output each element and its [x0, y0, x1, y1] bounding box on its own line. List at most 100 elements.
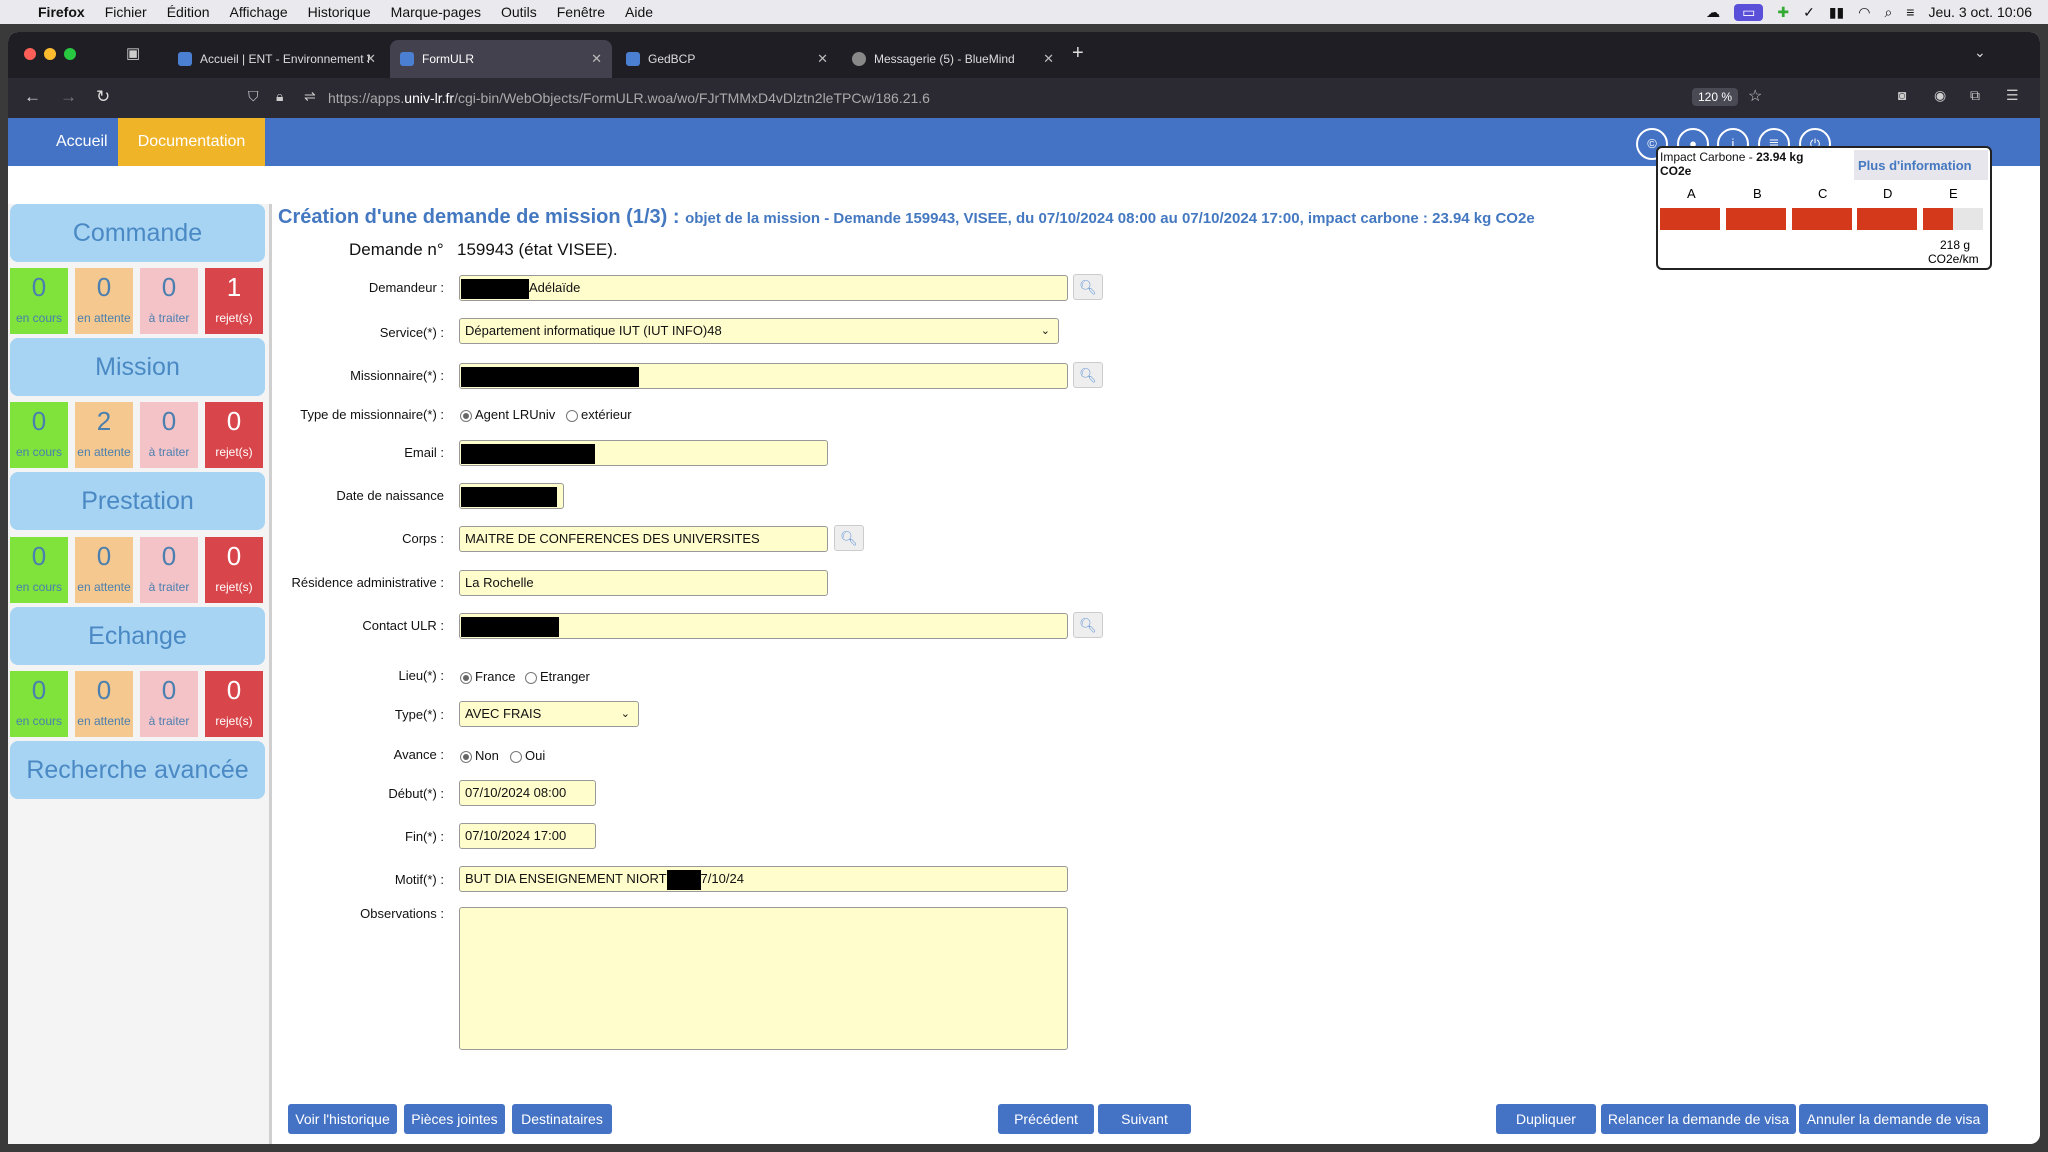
motif-field[interactable]: BUT DIA ENSEIGNEMENT NIORT 7/10/24 — [459, 866, 1068, 892]
sidebar-recherche-avancee[interactable]: Recherche avancée — [10, 741, 265, 799]
fin-field[interactable]: 07/10/2024 17:00 — [459, 823, 596, 849]
commande-a-traiter[interactable]: 0 à traiter — [140, 268, 198, 334]
tab-gedbcp[interactable]: GedBCP ✕ — [616, 40, 838, 78]
echange-en-attente[interactable]: 0 en attente — [75, 671, 133, 737]
sidebar-echange[interactable]: Echange — [10, 607, 265, 665]
radio-exterieur[interactable]: extérieur — [566, 407, 632, 422]
close-tab-icon[interactable]: ✕ — [817, 51, 828, 67]
missionnaire-field[interactable] — [459, 363, 1068, 389]
close-tab-icon[interactable]: ✕ — [365, 51, 376, 67]
app-menu-icon[interactable]: ☰ — [2006, 87, 2019, 104]
close-tab-icon[interactable]: ✕ — [1043, 51, 1054, 67]
bookmark-star-icon[interactable]: ☆ — [1748, 86, 1762, 106]
radio-etranger[interactable]: Etranger — [525, 669, 590, 684]
shield-icon[interactable]: ⛉ — [248, 88, 259, 105]
radio-france[interactable]: France — [460, 669, 515, 684]
grade-d: D — [1883, 186, 1893, 201]
menu-fenetre[interactable]: Fenêtre — [557, 4, 605, 20]
mission-en-cours[interactable]: 0 en cours — [10, 402, 68, 468]
contact-ulr-search-icon[interactable]: 🔍︎ — [1073, 612, 1103, 638]
demandeur-search-icon[interactable]: 🔍︎ — [1073, 274, 1103, 300]
account-icon[interactable]: ◉ — [1934, 87, 1946, 104]
residence-field[interactable]: La Rochelle — [459, 570, 828, 596]
lock-icon[interactable]: 🔒︎ — [276, 88, 283, 105]
chat-status-icon[interactable]: ☁ — [1706, 4, 1720, 21]
new-tab-icon[interactable]: + — [1072, 42, 1084, 65]
check-status-icon[interactable]: ✓ — [1803, 4, 1815, 21]
suivant-button[interactable]: Suivant — [1098, 1104, 1191, 1134]
menu-outils[interactable]: Outils — [501, 4, 537, 20]
type-select[interactable]: AVEC FRAIS ⌄ — [459, 701, 639, 727]
relancer-visa-button[interactable]: Relancer la demande de visa — [1601, 1104, 1796, 1134]
voir-historique-button[interactable]: Voir l'historique — [288, 1104, 397, 1134]
tab-ent[interactable]: Accueil | ENT - Environnement N ✕ — [168, 40, 386, 78]
plus-information-link[interactable]: Plus d'information — [1854, 150, 1988, 180]
nav-documentation[interactable]: Documentation — [118, 118, 265, 166]
reload-icon[interactable]: ↻ — [96, 87, 110, 107]
dupliquer-button[interactable]: Dupliquer — [1496, 1104, 1596, 1134]
corps-search-icon[interactable]: 🔍︎ — [834, 525, 864, 551]
battery-icon[interactable]: ▮▮ — [1829, 4, 1844, 21]
forward-icon[interactable]: → — [60, 87, 77, 107]
spotlight-search-icon[interactable]: ⌕ — [1884, 4, 1892, 21]
demandeur-field[interactable]: Adélaïde — [459, 275, 1068, 301]
service-select[interactable]: Département informatique IUT (IUT INFO)4… — [459, 318, 1059, 344]
sidebar-commande[interactable]: Commande — [10, 204, 265, 262]
menu-marque-pages[interactable]: Marque-pages — [391, 4, 481, 20]
close-tab-icon[interactable]: ✕ — [591, 51, 602, 67]
pocket-icon[interactable]: ◙ — [1898, 87, 1906, 103]
back-icon[interactable]: ← — [24, 87, 41, 107]
url-input[interactable]: https://apps.univ-lr.fr/cgi-bin/WebObjec… — [328, 90, 930, 106]
sidebar-prestation[interactable]: Prestation — [10, 472, 265, 530]
tab-overview-icon[interactable]: ▣ — [126, 44, 140, 62]
menu-app-name[interactable]: Firefox — [38, 4, 85, 20]
menubar-clock[interactable]: Jeu. 3 oct. 10:06 — [1928, 4, 2032, 20]
label-avance: Avance : — [393, 747, 444, 762]
prestation-en-cours[interactable]: 0 en cours — [10, 537, 68, 603]
echange-en-cours[interactable]: 0 en cours — [10, 671, 68, 737]
radio-avance-oui[interactable]: Oui — [510, 748, 545, 763]
extension-status-icon[interactable]: ✚ — [1777, 4, 1789, 21]
annuler-visa-button[interactable]: Annuler la demande de visa — [1799, 1104, 1988, 1134]
tab-messagerie[interactable]: Messagerie (5) - BlueMind ✕ — [842, 40, 1064, 78]
prestation-en-attente[interactable]: 0 en attente — [75, 537, 133, 603]
permissions-icon[interactable]: ⇌ — [304, 88, 316, 105]
missionnaire-search-icon[interactable]: 🔍︎ — [1073, 362, 1103, 388]
observations-textarea[interactable] — [459, 907, 1068, 1050]
date-naissance-field[interactable] — [459, 483, 564, 509]
contact-ulr-field[interactable] — [459, 613, 1068, 639]
mission-en-attente[interactable]: 2 en attente — [75, 402, 133, 468]
prestation-rejets[interactable]: 0 rejet(s) — [205, 537, 263, 603]
echange-a-traiter[interactable]: 0 à traiter — [140, 671, 198, 737]
commande-en-attente[interactable]: 0 en attente — [75, 268, 133, 334]
list-tabs-chevron-icon[interactable]: ⌄ — [1974, 44, 1986, 61]
debut-field[interactable]: 07/10/2024 08:00 — [459, 780, 596, 806]
commande-en-cours[interactable]: 0 en cours — [10, 268, 68, 334]
control-center-icon[interactable]: ≡ — [1906, 4, 1914, 20]
menu-fichier[interactable]: Fichier — [105, 4, 147, 20]
sidebar-mission[interactable]: Mission — [10, 338, 265, 396]
prestation-a-traiter[interactable]: 0 à traiter — [140, 537, 198, 603]
zoom-window-button[interactable] — [64, 48, 76, 60]
precedent-button[interactable]: Précédent — [998, 1104, 1094, 1134]
menu-affichage[interactable]: Affichage — [230, 4, 288, 20]
screen-status-icon[interactable]: ▭ — [1734, 3, 1764, 21]
radio-avance-non[interactable]: Non — [460, 748, 499, 763]
close-window-button[interactable] — [24, 48, 36, 60]
wifi-icon[interactable]: ◠ — [1858, 4, 1870, 21]
destinataires-button[interactable]: Destinataires — [512, 1104, 612, 1134]
extensions-icon[interactable]: ⧉ — [1970, 87, 1980, 104]
grade-bar-e — [1923, 208, 1983, 230]
pieces-jointes-button[interactable]: Pièces jointes — [404, 1104, 505, 1134]
email-field[interactable] — [459, 440, 828, 466]
radio-agent-lruniv[interactable]: Agent LRUniv — [460, 407, 555, 422]
corps-field[interactable]: MAITRE DE CONFERENCES DES UNIVERSITES — [459, 526, 828, 552]
zoom-level[interactable]: 120 % — [1692, 88, 1739, 106]
menu-aide[interactable]: Aide — [625, 4, 653, 20]
mission-a-traiter[interactable]: 0 à traiter — [140, 402, 198, 468]
tab-formulr[interactable]: FormULR ✕ — [390, 40, 612, 78]
menu-edition[interactable]: Édition — [167, 4, 210, 20]
nav-accueil[interactable]: Accueil — [40, 118, 124, 166]
minimize-window-button[interactable] — [44, 48, 56, 60]
menu-historique[interactable]: Historique — [308, 4, 371, 20]
